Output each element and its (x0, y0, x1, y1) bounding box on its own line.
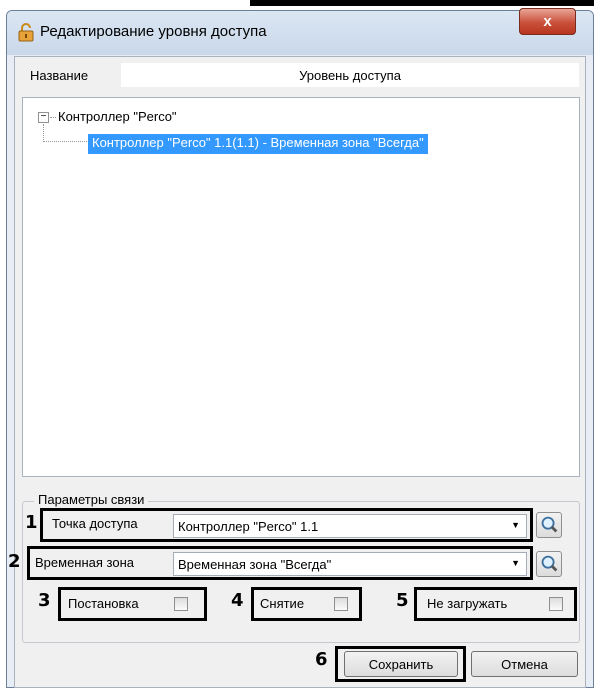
callout-5: 5 (396, 590, 409, 611)
dropdown-arrow-icon[interactable]: ▼ (511, 520, 520, 530)
tree-collapse-icon[interactable]: − (38, 112, 49, 123)
search-icon[interactable] (536, 551, 562, 577)
disarm-label: Снятие (260, 596, 305, 611)
controller-tree[interactable] (22, 97, 580, 477)
callout-2: 2 (8, 551, 21, 572)
time-zone-value: Временная зона "Всегда" (178, 556, 332, 572)
search-icon[interactable] (536, 512, 562, 538)
no-load-label: Не загружать (427, 596, 508, 611)
tree-line (43, 141, 87, 142)
disarm-checkbox[interactable] (334, 597, 348, 611)
dropdown-arrow-icon[interactable]: ▼ (511, 558, 520, 568)
no-load-checkbox[interactable] (549, 597, 563, 611)
cropped-header-strip (250, 0, 594, 6)
tree-node-root[interactable]: Контроллер "Perco" (58, 109, 177, 124)
cancel-button[interactable]: Отмена (471, 651, 578, 677)
tree-line (50, 117, 56, 118)
close-button[interactable]: x (519, 8, 576, 35)
name-field[interactable]: Уровень доступа (120, 62, 580, 88)
tree-line (43, 124, 44, 142)
callout-4: 4 (231, 590, 244, 611)
arm-checkbox[interactable] (174, 597, 188, 611)
save-button[interactable]: Сохранить (344, 651, 458, 677)
tree-node-selected[interactable]: Контроллер "Perco" 1.1(1.1) - Временная … (88, 134, 428, 154)
access-point-label: Точка доступа (52, 516, 138, 531)
group-title: Параметры связи (34, 492, 149, 507)
lock-icon (18, 23, 34, 42)
access-point-value: Контроллер "Perco" 1.1 (178, 518, 319, 534)
name-label: Название (30, 68, 89, 83)
callout-6: 6 (315, 649, 328, 670)
time-zone-select[interactable]: Временная зона "Всегда" ▼ (173, 552, 527, 576)
window-title: Редактирование уровня доступа (40, 23, 267, 40)
arm-label: Постановка (68, 596, 139, 611)
time-zone-label: Временная зона (35, 555, 134, 570)
access-point-select[interactable]: Контроллер "Perco" 1.1 ▼ (173, 514, 527, 538)
callout-1: 1 (25, 512, 38, 533)
callout-3: 3 (38, 590, 51, 611)
